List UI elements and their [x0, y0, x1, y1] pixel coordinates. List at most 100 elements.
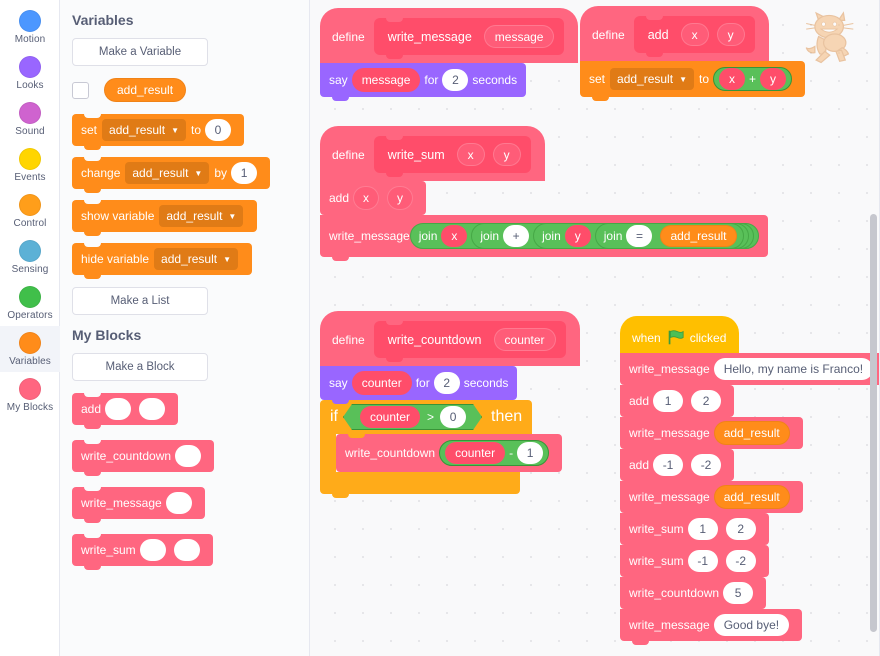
arg-reporter-x[interactable]: x — [353, 186, 380, 210]
block-palette[interactable]: Variables Make a Variable add_result set… — [60, 0, 310, 656]
category-events[interactable]: Events — [0, 142, 60, 188]
make-a-variable-button[interactable]: Make a Variable — [72, 38, 208, 66]
palette-block-write-countdown[interactable]: write_countdown — [72, 440, 215, 476]
number-input[interactable]: 1 — [687, 518, 718, 540]
make-a-block-button[interactable]: Make a Block — [72, 353, 208, 381]
custom-arg-input[interactable] — [139, 539, 166, 561]
block-call-write-countdown[interactable]: write_countdown counter - 1 — [336, 434, 563, 476]
block-call-write-message[interactable]: write_message join x join + join y join — [320, 215, 768, 261]
variable-reporter-add-result[interactable]: add_result — [660, 225, 737, 247]
prototype-arg-counter[interactable]: counter — [493, 328, 556, 351]
variable-visibility-checkbox[interactable] — [72, 81, 89, 99]
join-text-input[interactable]: = — [626, 225, 653, 247]
block-call-add[interactable]: add 1 2 — [620, 385, 735, 421]
script-define-add[interactable]: define add x y set add_result ▼ to x + y — [580, 6, 806, 101]
if-then-header[interactable]: if counter > 0 then — [320, 400, 533, 434]
palette-block-set-variable[interactable]: set add_result ▼ to 0 — [72, 114, 244, 150]
block-say-for-seconds[interactable]: say message for 2 seconds — [320, 63, 527, 101]
category-motion[interactable]: Motion — [0, 4, 60, 50]
text-input[interactable]: Hello, my name is Franco! — [713, 358, 874, 380]
make-a-list-button[interactable]: Make a List — [72, 287, 208, 315]
variable-reporter-add-result[interactable]: add_result — [713, 421, 790, 445]
palette-block-change-variable[interactable]: change add_result ▼ by 1 — [72, 157, 271, 193]
script-define-write-message[interactable]: define write_message message say message… — [320, 8, 579, 101]
prototype-arg-message[interactable]: message — [483, 25, 555, 48]
arg-reporter-x[interactable]: x — [441, 225, 468, 247]
number-input[interactable]: 2 — [725, 518, 756, 540]
arg-reporter-message[interactable]: message — [351, 68, 421, 92]
operand-input[interactable]: 1 — [517, 442, 544, 464]
category-sensing[interactable]: Sensing — [0, 234, 60, 280]
variable-dropdown[interactable]: add_result ▼ — [610, 68, 694, 90]
change-value-input[interactable]: 1 — [231, 162, 258, 184]
arg-reporter-counter[interactable]: counter — [445, 442, 506, 464]
arg-reporter-x[interactable]: x — [719, 68, 745, 90]
define-hat-write-sum[interactable]: define write_sum x y — [320, 126, 545, 181]
number-input[interactable]: -2 — [691, 454, 722, 476]
script-define-write-sum[interactable]: define write_sum x y add x y write_messa… — [320, 126, 768, 261]
variable-reporter-add-result[interactable]: add_result — [713, 485, 790, 509]
prototype-arg-x[interactable]: x — [456, 143, 485, 166]
operator-join-1[interactable]: join x join + join y join = add_result — [409, 223, 759, 249]
palette-block-write-message[interactable]: write_message — [72, 487, 205, 523]
block-call-add[interactable]: add -1 -2 — [620, 449, 735, 485]
variable-dropdown[interactable]: add_result ▼ — [154, 248, 239, 270]
number-input[interactable]: -2 — [725, 550, 756, 572]
canvas-vertical-scrollbar[interactable] — [870, 214, 877, 632]
custom-arg-input[interactable] — [165, 492, 192, 514]
block-call-write_message[interactable]: write_message add_result — [620, 481, 803, 517]
block-call-write_message[interactable]: write_message add_result — [620, 417, 803, 453]
variable-dropdown[interactable]: add_result ▼ — [125, 162, 210, 184]
category-my-blocks[interactable]: My Blocks — [0, 372, 60, 418]
palette-block-show-variable[interactable]: show variable add_result ▼ — [72, 200, 258, 236]
category-sound[interactable]: Sound — [0, 96, 60, 142]
custom-arg-input[interactable] — [105, 398, 132, 420]
join-text-input[interactable]: + — [503, 225, 530, 247]
custom-arg-input[interactable] — [175, 445, 202, 467]
block-set-add-result[interactable]: set add_result ▼ to x + y — [580, 61, 806, 101]
palette-block-add[interactable]: add — [72, 393, 179, 429]
block-call-add[interactable]: add x y — [320, 181, 427, 219]
text-input[interactable]: Good bye! — [713, 614, 790, 636]
arg-reporter-y[interactable]: y — [760, 68, 787, 90]
operator-join-3[interactable]: join y join = add_result — [533, 223, 749, 249]
category-looks[interactable]: Looks — [0, 50, 60, 96]
arg-reporter-y[interactable]: y — [387, 186, 414, 210]
block-call-write_countdown[interactable]: write_countdown 5 — [620, 577, 767, 613]
number-input[interactable]: 5 — [723, 582, 754, 604]
set-value-input[interactable]: 0 — [205, 119, 231, 141]
prototype-arg-x[interactable]: x — [680, 23, 709, 46]
variable-dropdown[interactable]: add_result ▼ — [159, 205, 244, 227]
block-if-then[interactable]: if counter > 0 then write_countdown coun… — [320, 400, 563, 498]
arg-reporter-counter[interactable]: counter — [351, 371, 412, 395]
number-input[interactable]: -1 — [653, 454, 684, 476]
number-input[interactable]: 2 — [691, 390, 722, 412]
number-input[interactable]: 1 — [653, 390, 684, 412]
block-say-for-seconds[interactable]: say counter for 2 seconds — [320, 366, 518, 400]
block-call-write_sum[interactable]: write_sum 1 2 — [620, 513, 769, 549]
variable-dropdown[interactable]: add_result ▼ — [102, 119, 186, 141]
category-control[interactable]: Control — [0, 188, 60, 234]
palette-block-hide-variable[interactable]: hide variable add_result ▼ — [72, 243, 253, 279]
operator-greater-than[interactable]: counter > 0 — [343, 404, 482, 430]
define-hat-add[interactable]: define add x y — [580, 6, 769, 61]
prototype-arg-y[interactable]: y — [716, 23, 745, 46]
script-define-write-countdown[interactable]: define write_countdown counter say count… — [320, 311, 580, 498]
operator-add[interactable]: x + y — [713, 67, 793, 91]
block-call-write_message[interactable]: write_message Hello, my name is Franco! — [620, 353, 880, 389]
operator-join-2[interactable]: join + join y join = add_result — [471, 223, 754, 249]
operator-join-4[interactable]: join = add_result — [594, 223, 744, 249]
operator-subtract[interactable]: counter - 1 — [439, 440, 550, 466]
number-input[interactable]: -1 — [687, 550, 718, 572]
seconds-input[interactable]: 2 — [442, 69, 469, 91]
define-hat-write-message[interactable]: define write_message message — [320, 8, 579, 63]
define-hat-write-countdown[interactable]: define write_countdown counter — [320, 311, 580, 366]
comparison-value-input[interactable]: 0 — [440, 406, 466, 428]
custom-arg-input[interactable] — [139, 398, 166, 420]
category-variables[interactable]: Variables — [0, 326, 60, 372]
script-canvas[interactable]: define write_message message say message… — [310, 0, 880, 656]
seconds-input[interactable]: 2 — [433, 372, 460, 394]
variable-reporter-add-result[interactable]: add_result — [104, 78, 187, 102]
palette-block-write-sum[interactable]: write_sum — [72, 534, 213, 570]
script-main[interactable]: when clicked write_message Hello, my name… — [620, 316, 880, 645]
